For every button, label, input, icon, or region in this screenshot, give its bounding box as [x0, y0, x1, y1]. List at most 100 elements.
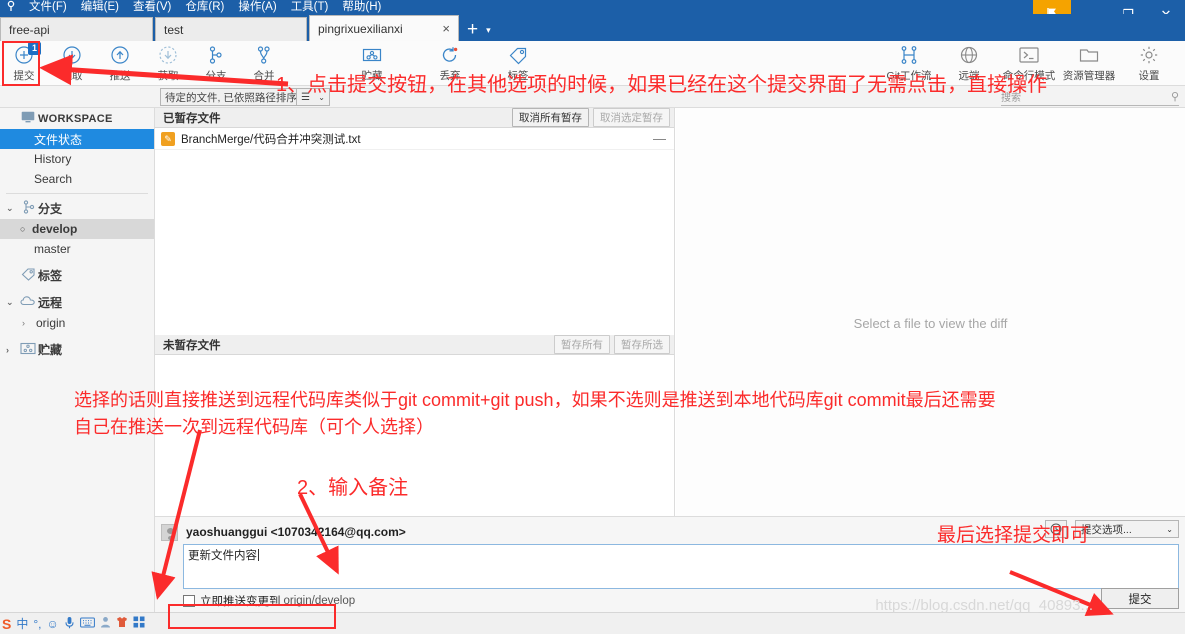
chinese-mode-icon[interactable]: 中 [16, 615, 28, 632]
sidebar-item-label: master [34, 242, 71, 256]
file-sort-dropdown[interactable]: 待定的文件, 已依照路径排序 ⌄ [160, 88, 315, 106]
sidebar-divider [6, 193, 148, 194]
commit-history-button[interactable] [1045, 520, 1067, 538]
push-immediately-label: 立即推送变更到 [200, 596, 281, 608]
sidebar-item-branch-develop[interactable]: ○ develop [0, 219, 154, 239]
sidebar-item-label: Search [34, 172, 73, 186]
menu-bar: 文件(F) 编辑(E) 查看(V) 仓库(R) 操作(A) 工具(T) 帮助(H… [0, 0, 1185, 14]
fetch-icon [157, 44, 179, 66]
skin-icon[interactable] [116, 616, 128, 631]
chevron-right-icon[interactable]: › [6, 345, 18, 355]
emoji-icon[interactable]: ☺ [47, 617, 59, 631]
toolbar-label: 丢弃 [439, 70, 461, 82]
toolbar-button-tag[interactable]: 标签 [494, 41, 542, 86]
branch-icon [18, 200, 38, 217]
sidebar-item-label: origin [36, 316, 66, 330]
tab-free-api[interactable]: free-api [0, 17, 153, 41]
sidebar-section-workspace[interactable]: WORKSPACE [0, 108, 154, 129]
staged-header-buttons: 取消所有暂存 取消选定暂存 [512, 108, 670, 127]
microphone-icon[interactable] [64, 616, 75, 632]
clock-icon [1050, 523, 1062, 535]
toolbar-button-explorer[interactable]: 资源管理器 [1059, 41, 1119, 86]
chevron-down-icon[interactable]: ⌄ [6, 203, 18, 214]
terminal-icon [1018, 44, 1040, 66]
punctuation-icon[interactable]: °, [33, 617, 41, 631]
toolbar-button-remote[interactable]: 远端 [939, 41, 999, 86]
toolbar-button-settings[interactable]: 设置 [1119, 41, 1179, 86]
toolbar-label: 标签 [507, 70, 529, 82]
commit-button[interactable]: 提交 [1101, 588, 1179, 609]
toolbar-label: 分支 [205, 70, 227, 82]
staged-file-row[interactable]: ✎ BranchMerge/代码合并冲突测试.txt — [155, 128, 674, 150]
tab-dropdown-icon[interactable]: ▾ [486, 25, 499, 41]
toolbar-button-fetch[interactable]: 获取 [144, 41, 192, 86]
sidebar-item-file-status[interactable]: 文件状态 [0, 129, 154, 149]
toolbar-label: 贮藏 [361, 70, 383, 82]
sidebar-section-label: 分支 [38, 202, 63, 216]
sidebar-item-search[interactable]: Search [0, 169, 154, 189]
push-immediately-checkbox[interactable] [183, 595, 195, 607]
toolbar-button-gitflow[interactable]: Git工作流 [879, 41, 939, 86]
menu-repository[interactable]: 仓库(R) [178, 0, 231, 14]
menu-file[interactable]: 文件(F) [22, 0, 74, 14]
unstage-selected-button[interactable]: 取消选定暂存 [593, 108, 670, 127]
commit-options-label: 提交选项... [1081, 523, 1132, 536]
file-status-panel: 已暂存文件 取消所有暂存 取消选定暂存 ✎ BranchMerge/代码合并冲突… [155, 108, 675, 538]
menu-edit[interactable]: 编辑(E) [74, 0, 126, 14]
stage-all-button[interactable]: 暂存所有 [554, 335, 610, 354]
menu-help[interactable]: 帮助(H) [335, 0, 388, 14]
diff-panel: Select a file to view the diff [676, 108, 1185, 538]
sidebar-item-history[interactable]: History [0, 149, 154, 169]
commit-message-input[interactable]: 更新文件内容 [183, 544, 1179, 589]
toolbar-button-pull[interactable]: 拉取 [48, 41, 96, 86]
toolbar-button-terminal[interactable]: 命令行模式 [999, 41, 1059, 86]
staged-files-header: 已暂存文件 取消所有暂存 取消选定暂存 [155, 108, 674, 128]
monitor-icon [18, 111, 38, 126]
chevron-down-icon[interactable]: ⌄ [6, 297, 18, 308]
new-tab-button[interactable]: + [461, 20, 486, 41]
sogou-ime-icon[interactable]: S [2, 616, 11, 632]
current-branch-indicator-icon: ○ [20, 224, 26, 234]
sidebar-section-tags[interactable]: 标签 [0, 265, 154, 286]
menu-view[interactable]: 查看(V) [126, 0, 178, 14]
toolbar-label: 拉取 [61, 70, 83, 82]
toolbar-label: 提交 [13, 70, 35, 82]
toolbox-icon[interactable] [133, 616, 145, 631]
toolbar-button-commit[interactable]: 提交 1 [0, 41, 48, 86]
gear-icon [1138, 44, 1160, 66]
push-up-icon [109, 44, 131, 66]
commit-options-dropdown[interactable]: 提交选项... ⌄ [1075, 520, 1179, 538]
toolbar-button-merge[interactable]: 合并 [240, 41, 288, 86]
chevron-right-icon[interactable]: › [22, 318, 36, 328]
unstage-all-button[interactable]: 取消所有暂存 [512, 108, 589, 127]
toolbar-button-push[interactable]: 推送 [96, 41, 144, 86]
staged-files-title: 已暂存文件 [163, 112, 221, 125]
search-placeholder: 搜索 [1001, 93, 1021, 104]
tab-test[interactable]: test [155, 17, 307, 41]
unstaged-header-buttons: 暂存所有 暂存所选 [554, 335, 670, 354]
taskbar: S 中 °, ☺ [0, 612, 1185, 634]
search-input[interactable]: 搜索 ⚲ [1001, 88, 1179, 106]
tab-label: test [164, 22, 184, 37]
sidebar-item-remote-origin[interactable]: › origin [0, 313, 154, 333]
toolbar-button-branch[interactable]: 分支 [192, 41, 240, 86]
toolbar-button-stash[interactable]: 贮藏 [348, 41, 396, 86]
sidebar-section-remotes[interactable]: ⌄ 远程 [0, 292, 154, 313]
menu-tools[interactable]: 工具(T) [284, 0, 336, 14]
stage-selected-button[interactable]: 暂存所选 [614, 335, 670, 354]
sidebar-item-branch-master[interactable]: master [0, 239, 154, 259]
sidebar-section-branches[interactable]: ⌄ 分支 [0, 198, 154, 219]
list-view-dropdown[interactable]: ☰ ⌄ [296, 88, 330, 106]
toolbar-button-discard[interactable]: 丢弃 [426, 41, 474, 86]
unstage-file-icon[interactable]: — [653, 131, 666, 146]
keyboard-icon[interactable] [79, 617, 95, 631]
tab-strip: free-api test pingrixuexilianxi × + ▾ [0, 14, 1185, 41]
sidebar-section-stashes[interactable]: › 贮藏 [0, 339, 154, 360]
tab-close-icon[interactable]: × [430, 21, 450, 36]
push-immediately-row[interactable]: 立即推送变更到 origin/develop [183, 593, 355, 609]
tab-pingrixuexilianxi[interactable]: pingrixuexilianxi × [309, 15, 459, 41]
ribbon-right-group: Git工作流 远端 命令行模式 资源管理器 设置 [879, 41, 1185, 86]
ribbon-left-group: 提交 1 拉取 推送 获取 分支 合并 贮藏 丢弃 标签 [0, 41, 542, 86]
user-icon[interactable] [100, 616, 111, 631]
menu-actions[interactable]: 操作(A) [231, 0, 283, 14]
